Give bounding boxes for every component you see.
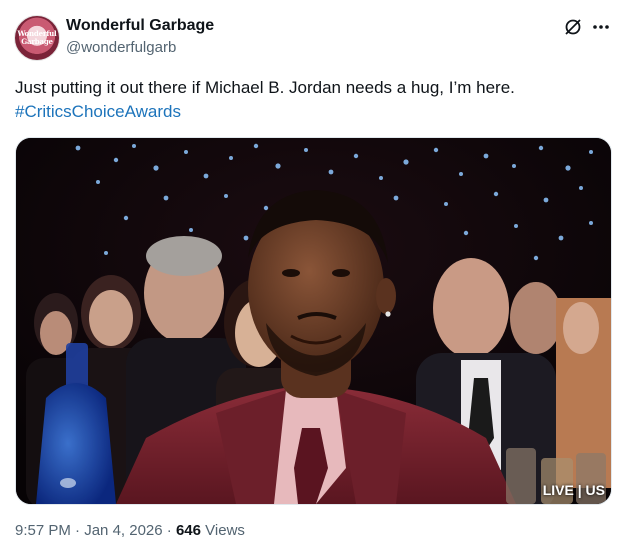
tweet-time[interactable]: 9:57 PM — [15, 522, 71, 539]
event-photo — [16, 138, 611, 504]
more-icon[interactable] — [591, 20, 611, 34]
tweet-text: Just putting it out there if Michael B. … — [15, 76, 615, 124]
grok-icon[interactable] — [563, 17, 583, 37]
live-broadcast-badge: LIVE | US — [542, 482, 605, 498]
hashtag-link[interactable]: #CriticsChoiceAwards — [15, 102, 181, 121]
tweet-date[interactable]: Jan 4, 2026 — [84, 522, 162, 539]
tweet-media-image[interactable]: LIVE | US — [15, 137, 612, 505]
avatar[interactable]: Wonderful Garbage — [14, 15, 60, 61]
author-handle[interactable]: @wonderfulgarb — [66, 39, 176, 56]
tweet-meta: 9:57 PM · Jan 4, 2026 · 646 Views — [15, 522, 245, 539]
author-name[interactable]: Wonderful Garbage — [66, 17, 214, 35]
avatar-logo-text: Wonderful Garbage — [17, 29, 57, 46]
views-count[interactable]: 646 — [176, 522, 201, 539]
separator: · — [166, 522, 172, 539]
views-label: Views — [205, 522, 245, 539]
tweet-body: Just putting it out there if Michael B. … — [15, 78, 515, 97]
separator: · — [75, 522, 81, 539]
